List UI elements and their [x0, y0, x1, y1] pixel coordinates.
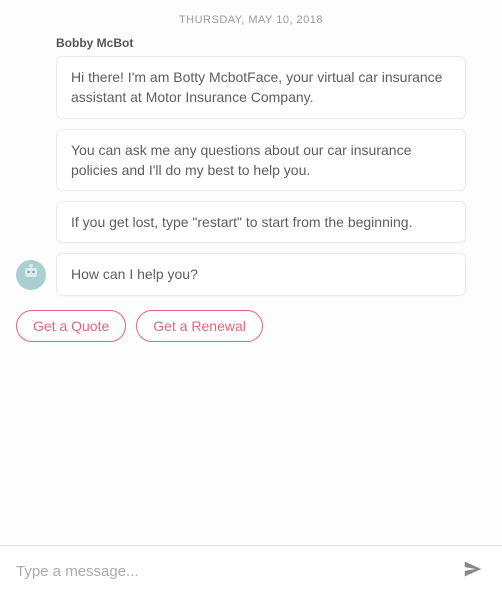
bot-message: How can I help you?	[56, 253, 466, 295]
robot-icon	[19, 260, 43, 289]
bot-message: You can ask me any questions about our c…	[56, 129, 466, 192]
message-list: Hi there! I'm am Botty McbotFace, your v…	[16, 56, 486, 296]
message-input[interactable]	[16, 563, 460, 580]
send-button[interactable]	[460, 558, 486, 584]
quick-reply-renewal[interactable]: Get a Renewal	[136, 310, 263, 342]
bot-name-label: Bobby McBot	[56, 36, 486, 50]
send-icon	[462, 558, 484, 585]
bot-message: Hi there! I'm am Botty McbotFace, your v…	[56, 56, 466, 119]
bot-avatar	[16, 260, 46, 290]
quick-reply-quote[interactable]: Get a Quote	[16, 310, 126, 342]
bot-message: If you get lost, type "restart" to start…	[56, 201, 466, 243]
chat-area: THURSDAY, MAY 10, 2018 Bobby McBot Hi th…	[0, 0, 502, 545]
quick-replies: Get a Quote Get a Renewal	[16, 310, 486, 342]
date-header: THURSDAY, MAY 10, 2018	[16, 14, 486, 26]
input-bar	[0, 545, 502, 596]
